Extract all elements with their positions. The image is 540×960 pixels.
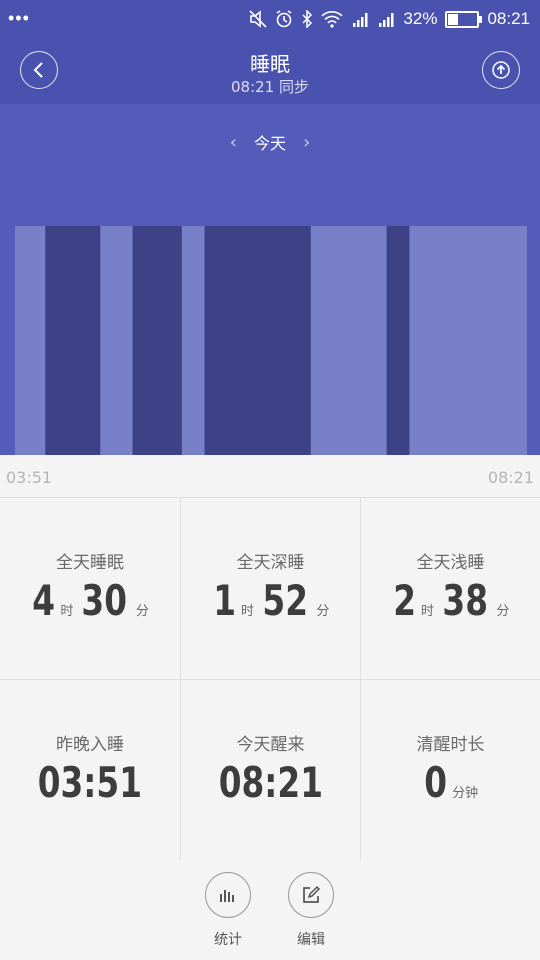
signal-2-icon [377,10,395,28]
stats-grid: 全天睡眠 4 时 30 分全天深睡 1 时 52 分全天浅睡 2 时 38 分昨晚入睡 03:51 今天醒来… [0,497,540,861]
bluetooth-icon [301,10,313,28]
stat-value: 4 时 30 分 [0,576,180,625]
sync-status: 08:21 同步 [231,78,309,96]
share-button[interactable] [482,51,520,89]
light-sleep-bar [409,226,527,455]
mute-icon [249,10,267,28]
stat-label: 昨晚入睡 [56,735,124,755]
stat-value: 1 时 52 分 [181,576,360,625]
sleep-stage-chart [15,226,527,455]
status-bar: ••• 32% 08:21 [0,0,540,40]
bottom-toolbar: 统计 编辑 [0,860,540,960]
stat-unit: 分 [316,604,330,619]
stat-number: 03:51 [37,758,143,807]
stat-cell: 清醒时长 0 分钟 [360,679,540,860]
edit-label: 编辑 [297,932,325,948]
menu-dots-icon: ••• [8,8,30,28]
stat-value: 03:51 [0,758,180,807]
stat-value: 08:21 [181,758,360,807]
next-day-button[interactable]: › [303,132,310,153]
stat-unit: 时 [240,604,254,619]
stat-number: 4 [32,576,56,625]
stat-unit: 分钟 [452,786,479,801]
prev-day-button[interactable]: ‹ [230,132,237,153]
signal-1-icon [351,10,369,28]
stat-unit: 分 [135,604,149,619]
stat-label: 全天深睡 [236,553,305,573]
battery-icon [445,10,483,28]
stat-label: 清醒时长 [416,735,485,755]
stat-label: 全天睡眠 [56,553,124,573]
date-label: 今天 [253,134,286,153]
stat-unit: 时 [420,604,434,619]
stat-cell: 今天醒来 08:21 [180,679,360,860]
stat-number: 0 [424,758,447,807]
stat-number: 1 [212,576,236,625]
stat-number: 38 [442,576,488,625]
stat-unit: 分 [496,604,510,619]
stat-number: 52 [262,576,308,625]
battery-percent: 32% [403,9,438,28]
app-header: 睡眠 08:21 同步 [0,40,540,104]
sleep-chart-panel: ‹ 今天 › [0,104,540,455]
light-sleep-bar [100,226,133,455]
page-title: 睡眠 [250,52,290,76]
deep-sleep-bar [204,226,311,455]
light-sleep-bar [15,226,46,455]
stats-button[interactable]: 统计 [198,872,258,949]
stat-cell: 全天深睡 1 时 52 分 [180,498,360,679]
bar-chart-icon [220,890,234,902]
time-axis: 03:51 08:21 [0,455,540,498]
light-sleep-bar [181,226,205,455]
alarm-icon [275,10,293,28]
deep-sleep-bar [386,226,410,455]
stat-number: 2 [392,576,416,625]
upload-icon [492,61,510,79]
deep-sleep-bar [132,226,182,455]
status-time: 08:21 [487,9,530,28]
wifi-icon [321,10,343,28]
stat-cell: 全天浅睡 2 时 38 分 [360,498,540,679]
date-nav: ‹ 今天 › [0,130,540,154]
edit-button[interactable]: 编辑 [281,872,341,949]
deep-sleep-bar [45,226,101,455]
stat-cell: 全天睡眠 4 时 30 分 [0,498,180,679]
stat-number: 08:21 [218,758,323,807]
edit-icon [303,885,321,903]
stat-label: 全天浅睡 [416,553,485,573]
stat-value: 2 时 38 分 [361,576,540,625]
stat-unit: 时 [60,604,74,619]
stats-label: 统计 [214,932,242,948]
axis-end-label: 08:21 [487,468,534,487]
stat-label: 今天醒来 [236,735,305,755]
light-sleep-bar [310,226,387,455]
stat-number: 30 [81,576,128,625]
stat-value: 0 分钟 [361,758,540,807]
axis-start-label: 03:51 [6,468,53,487]
stat-cell: 昨晚入睡 03:51 [0,679,180,860]
